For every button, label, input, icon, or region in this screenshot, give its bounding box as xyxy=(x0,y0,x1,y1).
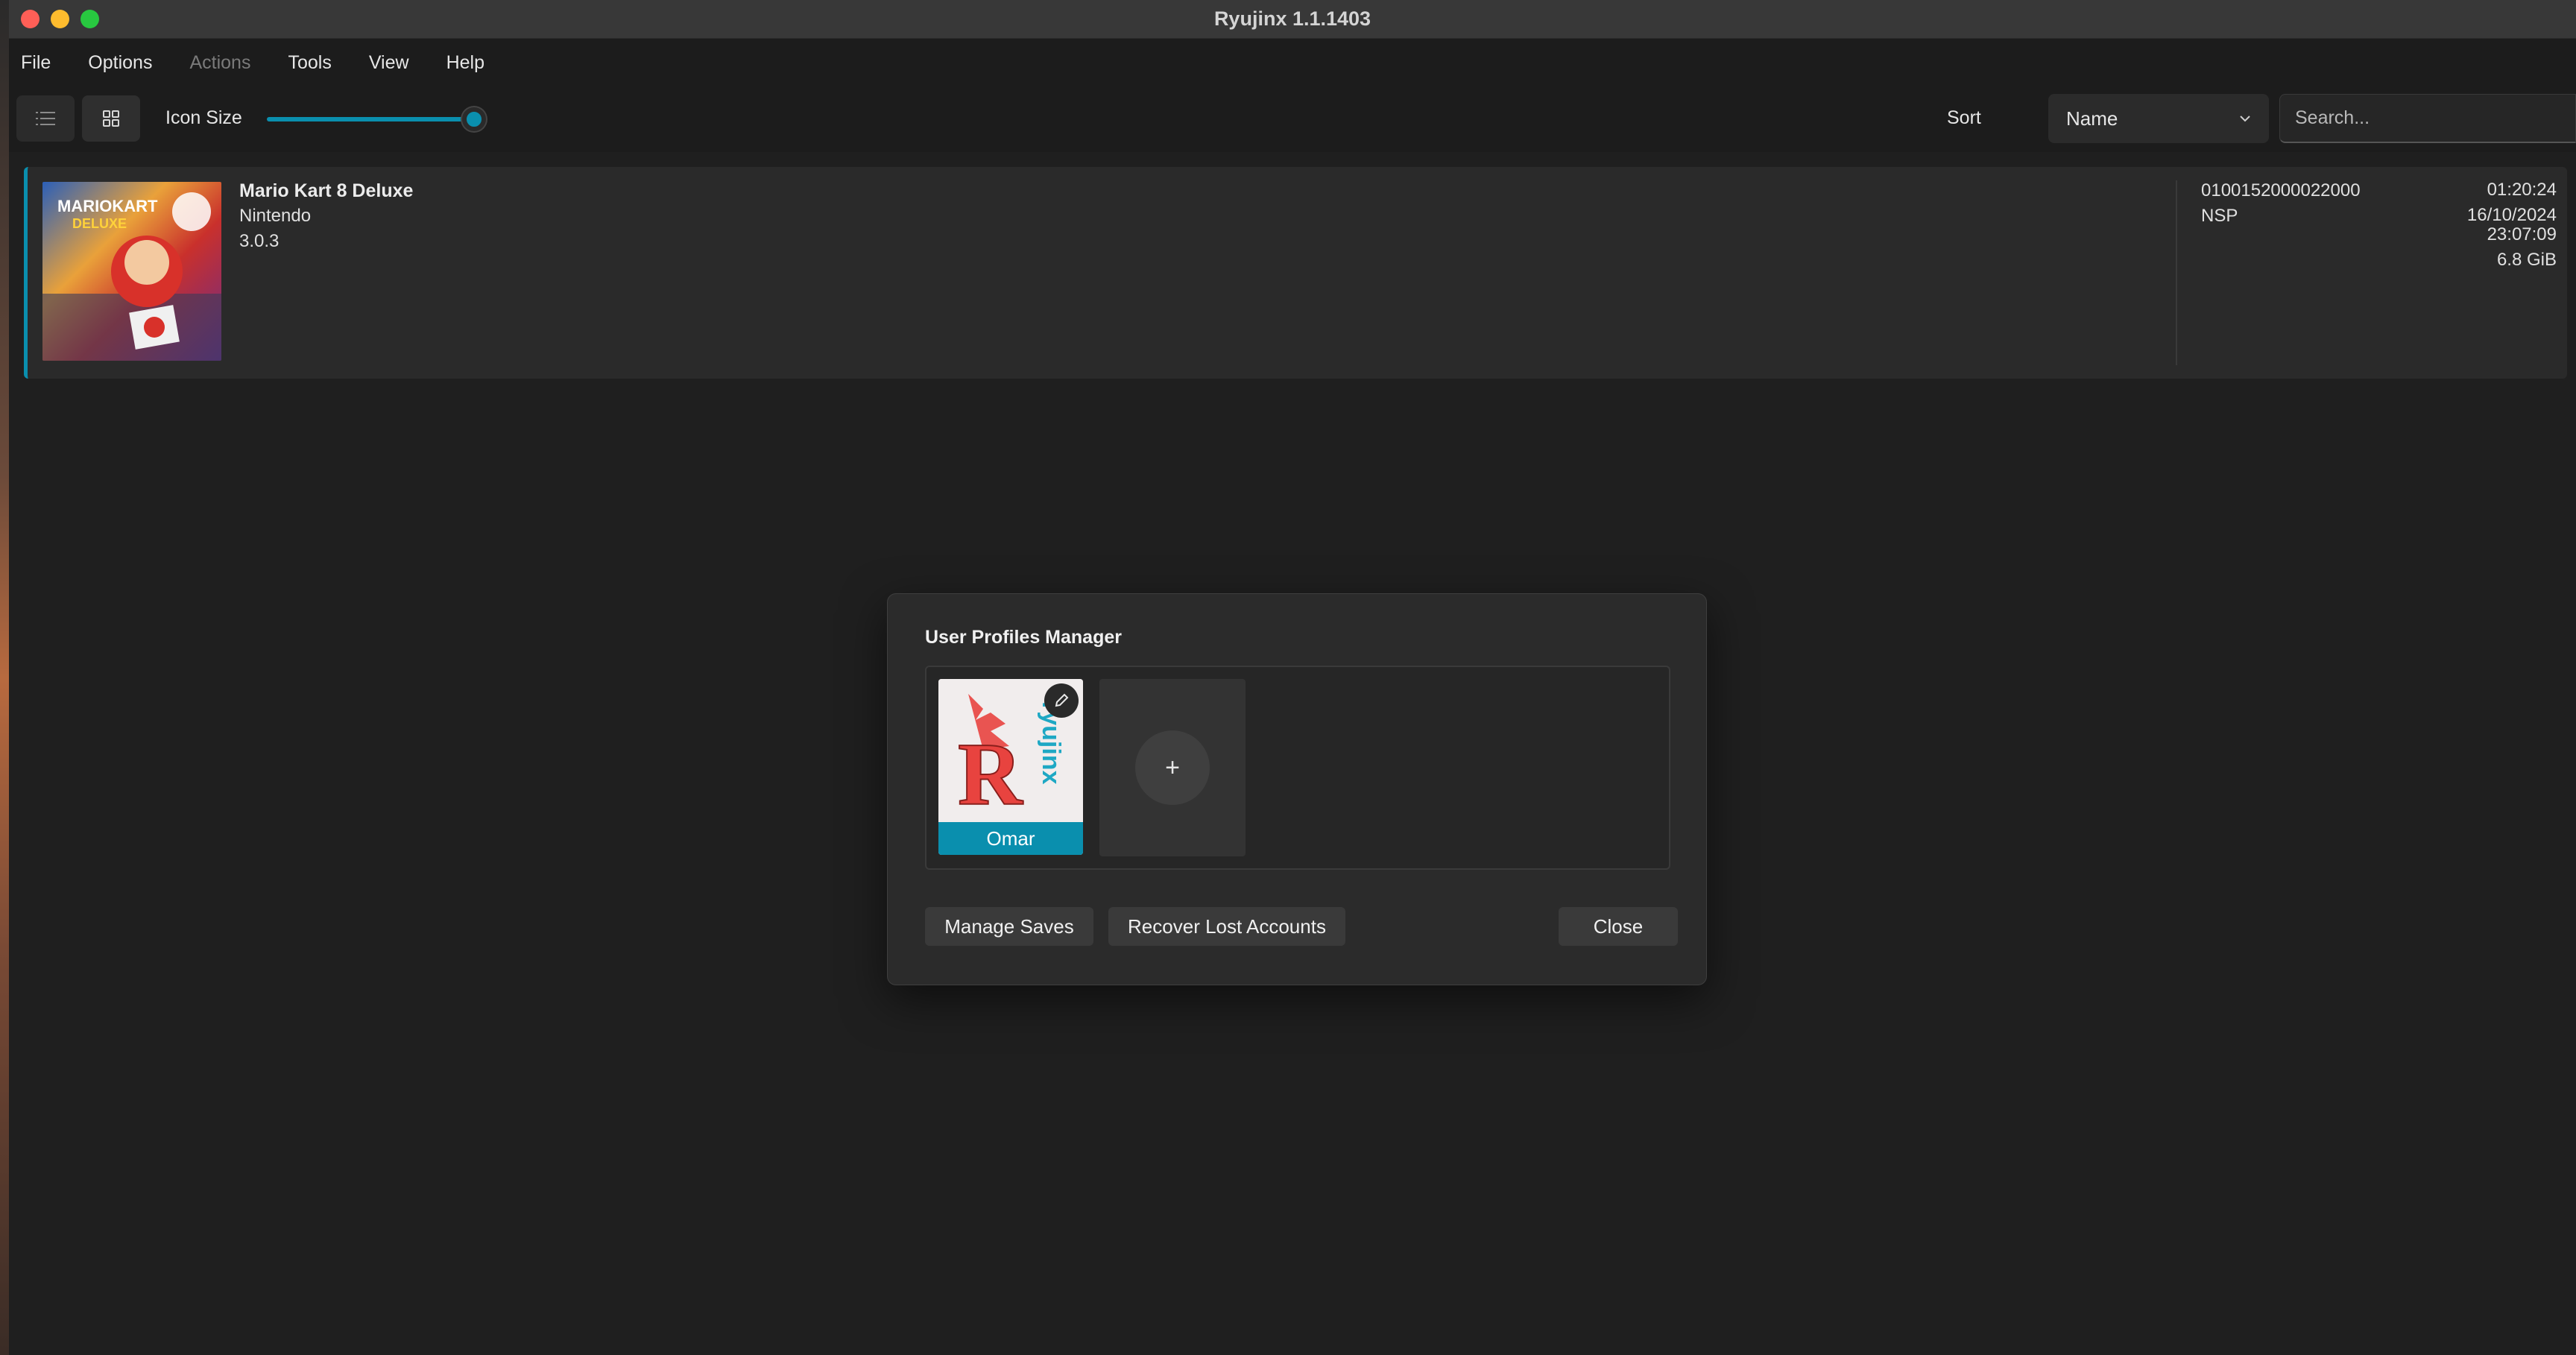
profiles-list: R ryujinx Omar + xyxy=(925,666,1670,870)
window-title: Ryujinx 1.1.1403 xyxy=(1213,7,1371,30)
game-meta: 01:20:24 16/10/2024 23:07:09 6.8 GiB xyxy=(2467,180,2557,276)
icon-size-label: Icon Size xyxy=(165,107,242,128)
search-input[interactable] xyxy=(2279,94,2576,143)
toolbar: Icon Size Sort Name xyxy=(9,86,2576,152)
slider-thumb[interactable] xyxy=(462,107,486,131)
menu-options[interactable]: Options xyxy=(88,52,152,74)
game-title-id: 0100152000022000 xyxy=(2201,180,2361,200)
grid-icon xyxy=(103,110,119,127)
edit-profile-button[interactable] xyxy=(1044,683,1079,718)
sort-dropdown[interactable]: Name xyxy=(2048,94,2269,143)
menu-actions: Actions xyxy=(189,51,251,73)
game-last-played-time: 23:07:09 xyxy=(2487,224,2557,244)
menu-bar: File Options Actions Tools View Help xyxy=(9,39,2576,86)
game-file-format: NSP xyxy=(2201,206,2238,226)
chevron-down-icon xyxy=(2240,116,2250,122)
game-developer: Nintendo xyxy=(239,206,312,226)
game-row[interactable]: MARIOKART DELUXE Mario Kart 8 Deluxe Nin… xyxy=(24,167,2567,379)
menu-help[interactable]: Help xyxy=(446,52,484,74)
desktop-background xyxy=(0,0,9,1355)
add-profile-button[interactable]: + xyxy=(1099,679,1246,856)
list-view-button[interactable] xyxy=(16,95,75,142)
pencil-icon xyxy=(1055,693,1069,707)
menu-file[interactable]: File xyxy=(21,52,51,74)
plus-icon: + xyxy=(1135,730,1210,805)
recover-lost-accounts-button[interactable]: Recover Lost Accounts xyxy=(1108,907,1345,946)
menu-tools[interactable]: Tools xyxy=(288,52,331,74)
menu-view[interactable]: View xyxy=(369,52,409,74)
game-title: Mario Kart 8 Deluxe xyxy=(239,180,414,201)
svg-text:DELUXE: DELUXE xyxy=(72,216,127,231)
game-file-size: 6.8 GiB xyxy=(2496,250,2557,270)
grid-view-button[interactable] xyxy=(82,95,140,142)
game-version: 3.0.3 xyxy=(239,231,280,251)
slider-track xyxy=(267,117,476,121)
list-icon xyxy=(36,112,55,125)
game-play-time: 01:20:24 xyxy=(2487,180,2557,200)
app-window: Ryujinx 1.1.1403 File Options Actions To… xyxy=(9,0,2576,1355)
game-cover-art: MARIOKART DELUXE xyxy=(42,182,221,361)
row-divider xyxy=(2176,180,2177,365)
title-bar: Ryujinx 1.1.1403 xyxy=(9,0,2576,39)
icon-size-slider[interactable] xyxy=(267,104,490,134)
profile-card[interactable]: R ryujinx Omar xyxy=(938,679,1083,855)
svg-text:R: R xyxy=(958,724,1023,824)
user-profiles-dialog: User Profiles Manager R ryujinx Omar + M… xyxy=(887,593,1707,985)
manage-saves-button[interactable]: Manage Saves xyxy=(925,907,1093,946)
profile-name: Omar xyxy=(938,822,1083,855)
close-button[interactable]: Close xyxy=(1559,907,1678,946)
sort-label: Sort xyxy=(1947,107,1981,128)
sort-value: Name xyxy=(2066,107,2118,130)
svg-text:MARIOKART: MARIOKART xyxy=(57,197,158,215)
dialog-title: User Profiles Manager xyxy=(925,627,1122,648)
game-last-played-date: 16/10/2024 xyxy=(2466,205,2557,225)
